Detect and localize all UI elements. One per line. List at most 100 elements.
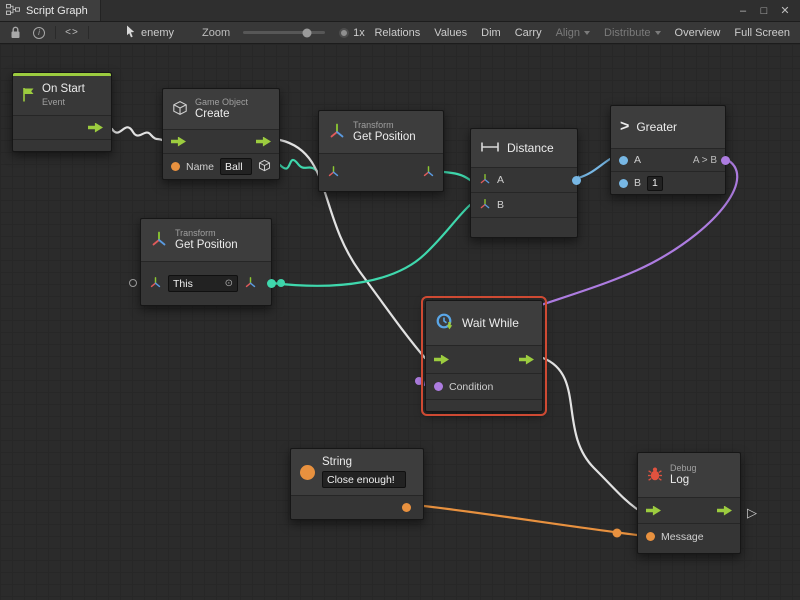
- zoom-label: Zoom: [195, 22, 237, 43]
- target-selector-field[interactable]: This ⊙: [168, 275, 238, 292]
- dim-button[interactable]: Dim: [474, 22, 508, 43]
- values-button[interactable]: Values: [427, 22, 474, 43]
- greater-icon: >: [620, 118, 629, 136]
- dropdown-caret-icon: [584, 31, 590, 35]
- flow-row: [13, 115, 111, 139]
- node-header: Game Object Create: [163, 89, 279, 129]
- node-distance[interactable]: Distance A B: [470, 128, 578, 238]
- distance-ruler-icon: [480, 141, 500, 156]
- flow-out-port[interactable]: [256, 137, 271, 147]
- condition-in-port[interactable]: [434, 382, 443, 391]
- wire-waitwhile-to-log[interactable]: [543, 358, 637, 509]
- tab-title: Script Graph: [26, 5, 88, 17]
- wire-getposition-top-to-distance-a[interactable]: [444, 172, 470, 180]
- node-get-position-mid[interactable]: Transform Get Position This ⊙: [140, 218, 272, 306]
- close-button[interactable]: ✕: [776, 3, 794, 19]
- bool-out-port[interactable]: [721, 156, 730, 165]
- graph-toolbar: i <> enemy Zoom 1x Relations Values Dim …: [0, 22, 800, 44]
- position-out-port[interactable]: [422, 165, 435, 181]
- wire-string-to-log-message[interactable]: [424, 506, 637, 535]
- node-debug-log[interactable]: Debug Log Message ▷: [637, 452, 741, 554]
- port-label: Message: [661, 531, 704, 543]
- node-header: Transform Get Position: [141, 219, 271, 261]
- vector-a-in-port[interactable]: [479, 173, 491, 188]
- info-icon: i: [33, 27, 45, 39]
- minimize-button[interactable]: –: [734, 3, 752, 19]
- flow-out-port[interactable]: [88, 123, 103, 133]
- flow-out-port[interactable]: [519, 355, 534, 365]
- node-footer: [13, 139, 111, 151]
- code-view-button[interactable]: <>: [60, 22, 84, 43]
- b-value-field[interactable]: [647, 176, 663, 191]
- position-out-port[interactable]: [244, 276, 257, 292]
- wire-endpoint-purple: [415, 377, 423, 385]
- wire-getposition-mid-to-distance-b[interactable]: [272, 205, 470, 286]
- string-value-field[interactable]: [322, 471, 406, 488]
- transform-axes-icon: [150, 230, 168, 251]
- node-subtitle: Event: [42, 97, 85, 108]
- node-get-position-top[interactable]: Transform Get Position: [318, 110, 444, 192]
- relations-button[interactable]: Relations: [367, 22, 427, 43]
- node-wait-while[interactable]: Wait While Condition: [425, 300, 543, 412]
- dropdown-caret-icon: [655, 31, 661, 35]
- node-header: On Start Event: [13, 76, 111, 115]
- node-title: Wait While: [462, 316, 519, 330]
- port-row-a: A A > B: [611, 148, 725, 171]
- object-picker-icon[interactable]: ⊙: [225, 278, 233, 289]
- transform-in-port[interactable]: [149, 276, 162, 292]
- flow-out-port[interactable]: [717, 506, 732, 516]
- number-a-in-port[interactable]: [619, 156, 628, 165]
- port-row: This ⊙: [141, 261, 271, 305]
- transform-in-port[interactable]: [327, 165, 340, 181]
- info-button[interactable]: i: [27, 22, 51, 43]
- number-b-in-port[interactable]: [619, 179, 628, 188]
- zoom-slider-handle[interactable]: [303, 28, 312, 37]
- port-row: [319, 153, 443, 191]
- node-greater[interactable]: > Greater A A > B B: [610, 105, 726, 195]
- zoom-reset-icon[interactable]: [339, 28, 349, 38]
- node-header: Debug Log: [638, 453, 740, 497]
- node-header: Distance: [471, 129, 577, 167]
- port-label: Condition: [449, 381, 493, 393]
- cube-icon: [172, 100, 188, 119]
- flow-in-port[interactable]: [434, 355, 449, 365]
- flow-in-port[interactable]: [171, 137, 186, 147]
- node-gameobject-create[interactable]: Game Object Create Name: [162, 88, 280, 180]
- node-header: Transform Get Position: [319, 111, 443, 153]
- align-dropdown[interactable]: Align: [549, 22, 597, 43]
- flag-icon: [22, 87, 35, 105]
- fullscreen-button[interactable]: Full Screen: [727, 22, 797, 43]
- name-value-field[interactable]: [220, 158, 252, 175]
- string-in-port[interactable]: [171, 162, 180, 171]
- maximize-button[interactable]: □: [755, 3, 773, 19]
- string-out-port[interactable]: [402, 503, 411, 512]
- node-category: Game Object: [195, 97, 248, 108]
- node-string-literal[interactable]: String: [290, 448, 424, 520]
- window-controls: – □ ✕: [734, 3, 800, 19]
- align-label: Align: [556, 27, 580, 39]
- node-footer: [426, 399, 542, 411]
- graph-target-selector[interactable]: enemy: [119, 22, 181, 43]
- wire-distance-to-greater-a[interactable]: [578, 159, 610, 178]
- node-title: Greater: [636, 120, 677, 134]
- message-in-port[interactable]: [646, 532, 655, 541]
- zoom-slider[interactable]: [243, 31, 325, 34]
- lock-button[interactable]: [3, 22, 27, 43]
- carry-button[interactable]: Carry: [508, 22, 549, 43]
- wire-onstart-to-create[interactable]: [112, 127, 162, 140]
- gameobject-out-port[interactable]: [258, 159, 271, 175]
- node-title: Create: [195, 108, 248, 122]
- graph-canvas[interactable]: On Start Event Game Object Create: [0, 44, 800, 600]
- overview-button[interactable]: Overview: [668, 22, 728, 43]
- node-title: Get Position: [353, 131, 416, 145]
- flow-in-port[interactable]: [646, 506, 661, 516]
- vector-b-in-port[interactable]: [479, 198, 491, 213]
- vector-out-port[interactable]: [267, 279, 276, 288]
- number-out-port[interactable]: [572, 176, 581, 185]
- node-header: > Greater: [611, 106, 725, 148]
- continue-arrow-icon: ▷: [747, 505, 757, 521]
- distribute-dropdown[interactable]: Distribute: [597, 22, 667, 43]
- tab-script-graph[interactable]: Script Graph: [0, 0, 101, 21]
- node-on-start-event[interactable]: On Start Event: [12, 72, 112, 152]
- node-title: String: [322, 456, 406, 470]
